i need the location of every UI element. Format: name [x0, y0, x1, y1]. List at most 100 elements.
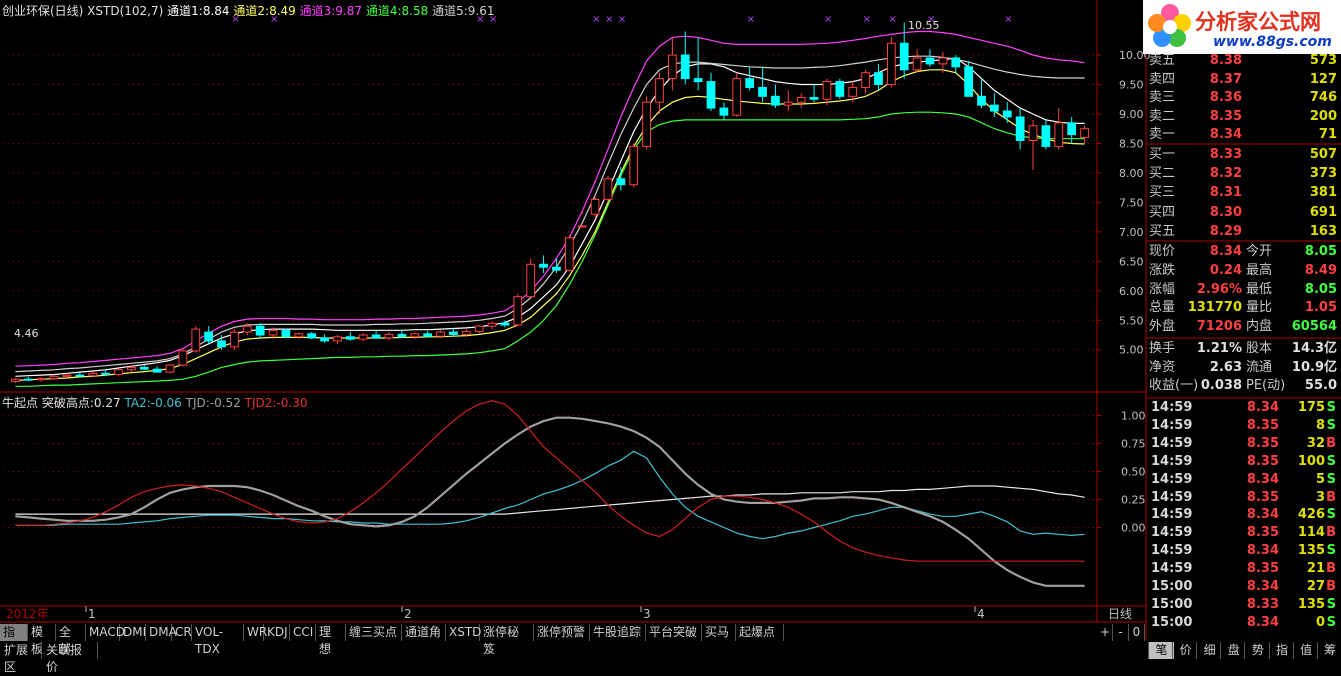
bid-price: 8.32 — [1209, 166, 1242, 182]
tab-14[interactable]: XSTD — [446, 624, 481, 641]
tick-price: 8.35 — [1246, 489, 1279, 505]
channel-line-通道5 — [15, 55, 1085, 373]
tab-13[interactable]: 通道角 — [402, 624, 446, 641]
stat-row: 外盘 71206 内盘 60564 — [1149, 318, 1339, 336]
stat-value-2: 8.49 — [1304, 262, 1337, 278]
candle-body — [577, 225, 587, 228]
stat2-row: 换手 1.21% 股本 14.3亿 — [1149, 340, 1339, 358]
ch1-value: 8.84 — [202, 4, 230, 18]
right-tab-6[interactable]: 值 — [1292, 642, 1319, 659]
main-y-tick-label: 8.50 — [1119, 137, 1144, 150]
ask-volume: 573 — [1309, 53, 1337, 68]
right-tab-5[interactable]: 指 — [1268, 642, 1295, 659]
main-y-axis: 5.00 5.50 6.00 6.50 7.00 7.50 8.00 8.50 9.00 9.50… — [1097, 49, 1151, 357]
right-tab-0[interactable]: 笔 — [1148, 642, 1174, 659]
signal-mark: × — [824, 14, 832, 25]
candle-body — [874, 72, 883, 86]
ch3-value: 9.87 — [335, 4, 363, 18]
bottom-tab-1[interactable]: 关联报价 — [42, 642, 98, 674]
ch2-label: 通道2: — [233, 4, 270, 18]
stat-label-2: 今开 — [1246, 244, 1273, 259]
ask-price: 8.38 — [1209, 53, 1242, 68]
tab-20[interactable]: 起爆点 — [736, 624, 784, 641]
ask-row: 卖三 8.36 746 — [1149, 89, 1339, 107]
candle-body — [23, 378, 33, 381]
zoom-2[interactable]: 0 — [1129, 624, 1145, 641]
tab-11[interactable]: 理想 — [316, 624, 346, 656]
tick-direction: S — [1326, 471, 1336, 487]
candle-body — [294, 333, 304, 338]
candle-body — [11, 378, 20, 383]
tick-price: 8.34 — [1246, 543, 1279, 559]
tick-row: 15:00 8.33 135 S — [1149, 596, 1339, 614]
tab-16[interactable]: 涨停预警 — [534, 624, 590, 641]
tick-direction: B — [1326, 435, 1336, 451]
candle-body — [796, 96, 806, 103]
main-y-tick-label: 6.50 — [1119, 255, 1144, 268]
tick-direction: S — [1326, 507, 1336, 523]
tick-price: 8.33 — [1246, 596, 1279, 612]
ask-price: 8.34 — [1209, 127, 1242, 142]
bid-row: 买二 8.32 373 — [1149, 165, 1339, 183]
right-tab-2[interactable]: 细 — [1196, 642, 1222, 659]
tab-7[interactable]: VOL-TDX — [192, 624, 244, 656]
channel-line-通道2 — [15, 69, 1085, 381]
tab-1[interactable]: 模板 — [28, 624, 56, 656]
tick-direction: S — [1326, 400, 1336, 415]
zoom-0[interactable]: + — [1097, 624, 1113, 641]
candle-body — [500, 322, 510, 326]
zoom-1[interactable]: - — [1113, 624, 1129, 641]
stat-value-2: 60564 — [1291, 319, 1337, 335]
tick-direction: B — [1326, 579, 1336, 594]
right-tab-4[interactable]: 势 — [1244, 642, 1270, 659]
candle-body — [925, 57, 935, 65]
tab-5[interactable]: DMA — [146, 624, 177, 641]
candle-body — [165, 364, 175, 373]
stat-row: 涨幅 2.96% 最低 8.05 — [1149, 281, 1339, 299]
stat2-row: 净资 2.63 流通 10.9亿 — [1149, 359, 1339, 377]
tick-time: 14:59 — [1151, 543, 1193, 559]
candle-body — [513, 296, 523, 326]
channel-line-通道1 — [15, 57, 1085, 377]
signal-mark: × — [1004, 14, 1012, 25]
ask-volume: 746 — [1309, 90, 1337, 105]
tab-19[interactable]: 买马 — [702, 624, 736, 641]
tab-3[interactable]: MACD — [86, 624, 125, 641]
candle-body — [333, 336, 342, 342]
signal-mark: × — [888, 14, 896, 25]
bid-price: 8.33 — [1209, 147, 1242, 162]
tab-0[interactable]: 指标 — [0, 624, 28, 656]
stat-row: 现价 8.34 今开 8.05 — [1149, 243, 1339, 261]
signal-mark: × — [747, 14, 755, 25]
candle-body — [345, 336, 355, 340]
candle-body — [783, 101, 793, 106]
tick-time: 15:00 — [1151, 614, 1193, 630]
candle-body — [101, 372, 110, 375]
tab-17[interactable]: 牛股追踪 — [590, 624, 646, 641]
right-tab-1[interactable]: 价 — [1172, 642, 1198, 659]
tab-9[interactable]: KDJ — [264, 624, 290, 641]
tab-15[interactable]: 涨停秘笈 — [480, 624, 534, 656]
indicator-lines — [15, 400, 1085, 587]
candle-body — [693, 78, 703, 83]
tab-2[interactable]: 全部 — [56, 624, 86, 656]
candle-body — [590, 198, 600, 215]
bottom-tab-0[interactable]: 扩展区 — [0, 642, 42, 674]
tab-8[interactable]: WR — [244, 624, 267, 641]
tab-18[interactable]: 平台突破 — [646, 624, 702, 641]
tab-6[interactable]: CR — [172, 624, 192, 641]
right-tab-7[interactable]: 筹 — [1316, 642, 1341, 659]
tab-4[interactable]: DMI — [120, 624, 146, 641]
signal-mark: × — [605, 14, 613, 25]
candle-body — [655, 78, 664, 103]
tab-12[interactable]: 缠三买点 — [346, 624, 402, 641]
stat-row: 总量 131770 量比 1.05 — [1149, 299, 1339, 317]
tab-10[interactable]: CCI — [290, 624, 316, 641]
period-label[interactable]: 日线 — [1108, 607, 1132, 621]
signal-mark: × — [618, 14, 626, 25]
candle-body — [680, 54, 690, 80]
ch5-value: 9.61 — [467, 4, 495, 18]
tick-volume: 426 — [1297, 507, 1325, 523]
right-tab-3[interactable]: 盘 — [1220, 642, 1246, 659]
stat-value: 131770 — [1187, 300, 1242, 316]
